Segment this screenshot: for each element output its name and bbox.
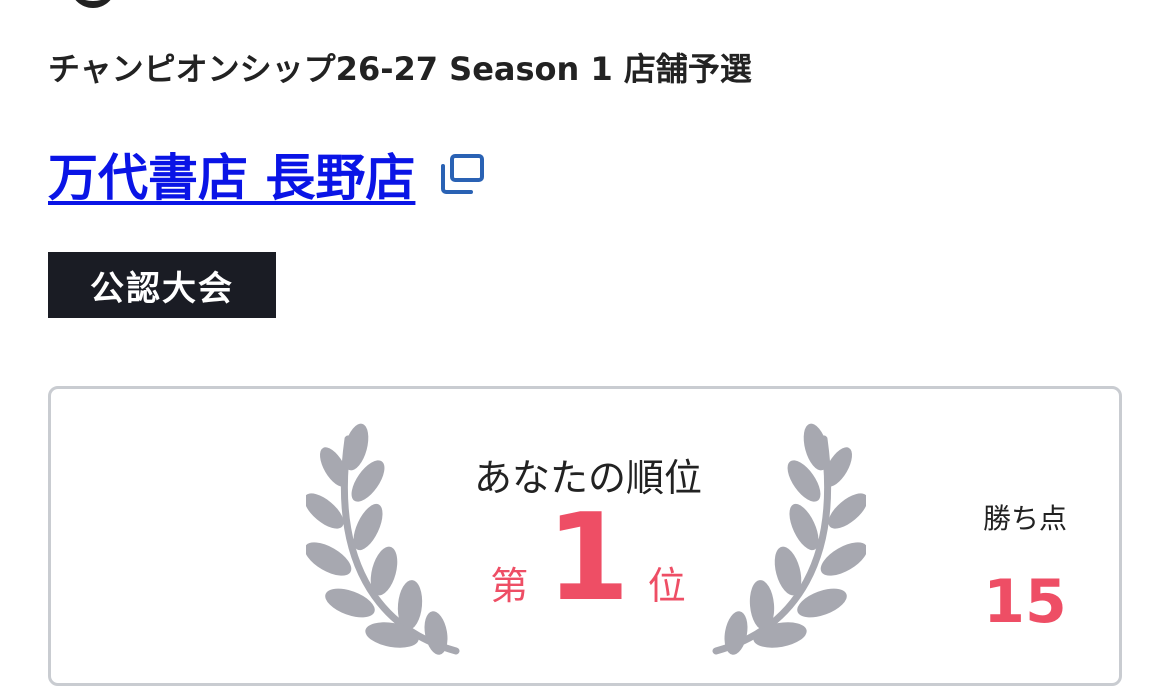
points-value: 15 — [983, 567, 1067, 637]
external-window-icon[interactable] — [439, 153, 485, 195]
rank-number: 1 — [546, 489, 630, 628]
result-card: あなたの順位 第 1 位 勝ち点 15 — [48, 386, 1122, 686]
avatar-edge — [70, 0, 116, 8]
official-tournament-badge: 公認大会 — [48, 252, 276, 318]
rank-display: 第 1 位 — [51, 499, 1125, 619]
rank-prefix: 第 — [490, 564, 529, 608]
store-link[interactable]: 万代書店 長野店 — [48, 138, 415, 210]
store-row: 万代書店 長野店 — [48, 138, 485, 210]
season-title: チャンピオンシップ26-27 Season 1 店舗予選 — [48, 50, 752, 88]
points-label: 勝ち点 — [982, 502, 1067, 535]
rank-suffix: 位 — [647, 564, 686, 608]
